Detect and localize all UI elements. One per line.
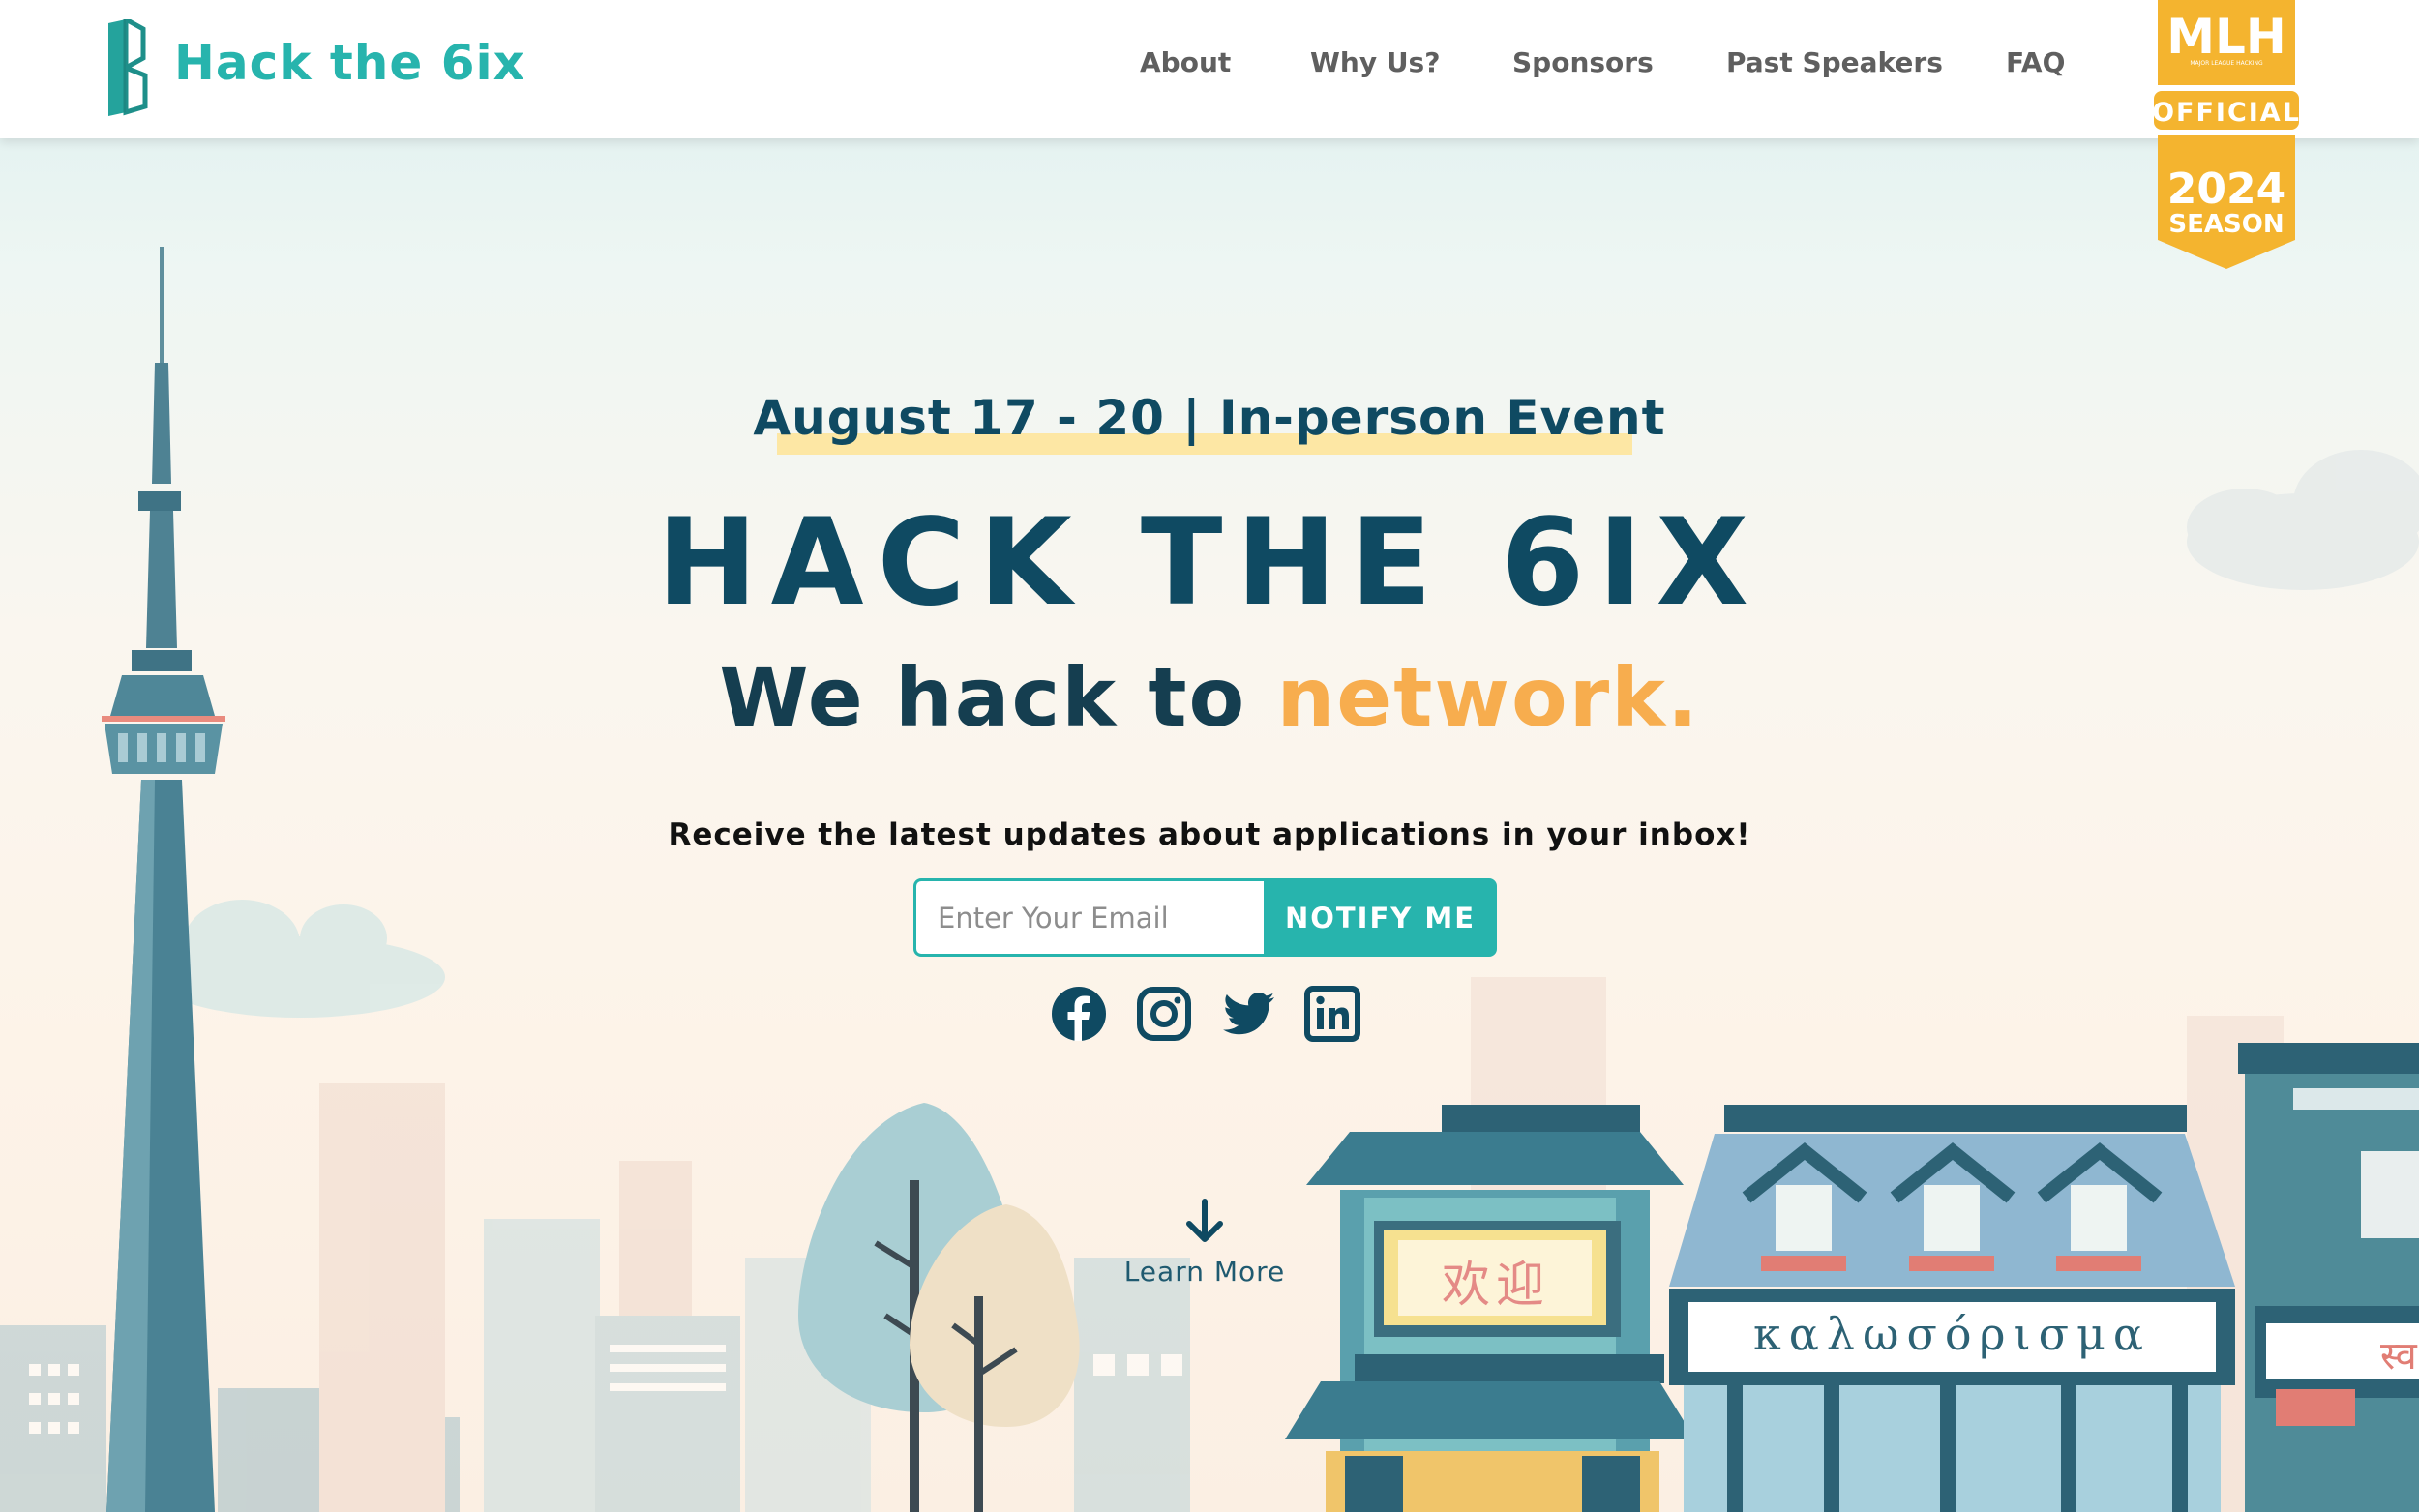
nav-faq[interactable]: FAQ xyxy=(2006,46,2065,78)
nav-sponsors[interactable]: Sponsors xyxy=(1512,46,1654,78)
site-logo-text[interactable]: Hack the 6ix xyxy=(174,35,525,91)
indian-shop xyxy=(2238,1043,2419,1512)
hero-title: HACK THE 6IX xyxy=(656,493,1763,633)
logo-icon[interactable] xyxy=(105,19,149,116)
mlh-badge-ribbon: OFFICIAL xyxy=(2152,98,2301,128)
partial-sign-text: स्व xyxy=(2380,1334,2417,1379)
nav-why-us[interactable]: Why Us? xyxy=(1310,46,1440,78)
email-signup-form: NOTIFY ME xyxy=(913,878,1497,957)
arrow-down-icon xyxy=(1186,1199,1223,1242)
learn-more-label: Learn More xyxy=(1123,1256,1286,1288)
tagline-prefix: We hack to xyxy=(719,650,1277,745)
hero-tagline: We hack to network. xyxy=(0,650,2419,745)
learn-more-link[interactable]: Learn More xyxy=(1113,1198,1297,1304)
greek-sign-text: καλωσόρισμα xyxy=(1752,1308,2151,1360)
instagram-icon[interactable] xyxy=(1135,985,1193,1043)
mlh-trust-badge[interactable]: MLH MAJOR LEAGUE HACKING OFFICIAL 2024 S… xyxy=(2148,0,2305,269)
mlh-badge-year: 2024 xyxy=(2167,164,2285,214)
event-date: August 17 - 20 | In-person Event xyxy=(753,390,1666,446)
email-input[interactable] xyxy=(913,878,1264,957)
nav-past-speakers[interactable]: Past Speakers xyxy=(1726,46,1943,78)
notify-me-button[interactable]: NOTIFY ME xyxy=(1264,878,1497,957)
mlh-badge-season: SEASON xyxy=(2168,210,2284,239)
twitter-icon[interactable] xyxy=(1219,985,1277,1043)
chinese-sign-text: 欢迎 xyxy=(1442,1257,1550,1313)
linkedin-icon[interactable] xyxy=(1303,985,1361,1043)
updates-prompt: Receive the latest updates about applica… xyxy=(668,817,1751,852)
mlh-badge-sub: MAJOR LEAGUE HACKING xyxy=(2190,60,2263,67)
nav-about[interactable]: About xyxy=(1140,46,1231,78)
site-header: Hack the 6ix About Why Us? Sponsors Past… xyxy=(0,0,2419,138)
cloud xyxy=(155,900,445,1018)
event-date-wrapper: August 17 - 20 | In-person Event xyxy=(0,390,2419,446)
mlh-badge-top: MLH xyxy=(2166,9,2285,65)
facebook-icon[interactable] xyxy=(1050,985,1108,1043)
tagline-accent: network. xyxy=(1276,650,1700,745)
